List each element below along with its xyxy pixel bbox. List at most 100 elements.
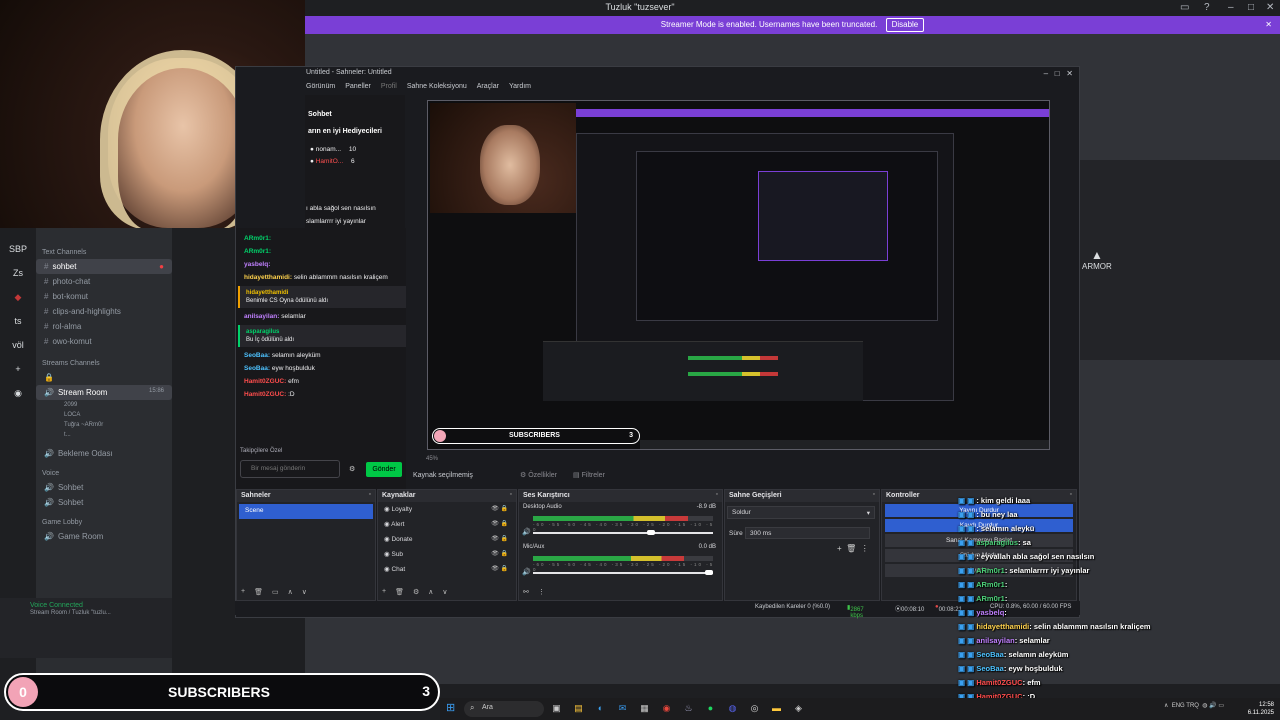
chat-settings-icon[interactable]: ⚙ xyxy=(349,465,355,473)
category-streams[interactable]: Streams Channels xyxy=(36,357,172,370)
link-icon[interactable]: ⚯ xyxy=(523,588,529,596)
channel-sohbet[interactable]: # sohbet ● xyxy=(36,259,172,274)
taskbar-search[interactable]: Ara xyxy=(464,701,544,717)
up-icon[interactable]: ∧ xyxy=(288,588,293,596)
task-view-icon[interactable]: ▣ xyxy=(550,702,563,715)
channel-voice-sohbet[interactable]: 🔊 Sohbet xyxy=(36,495,172,510)
source-item[interactable]: ◉ Donate 👁 🔒 xyxy=(378,532,516,547)
send-button[interactable]: Gönder xyxy=(366,462,402,477)
menu-help[interactable]: Yardım xyxy=(509,83,531,95)
speaker-icon[interactable]: 🔊 xyxy=(522,528,531,536)
overlay-chat-text: : kim geldi laaa xyxy=(976,496,1031,505)
volume-knob[interactable] xyxy=(647,530,656,535)
source-item[interactable]: ◉ Alert 👁 🔒 xyxy=(378,517,516,532)
dock-close-icon[interactable]: ▫ xyxy=(369,491,371,498)
dock-close-icon[interactable]: ▫ xyxy=(510,491,512,498)
obs-icon[interactable]: ◎ xyxy=(748,702,761,715)
duration-input[interactable]: 300 ms xyxy=(745,527,870,539)
up-icon[interactable]: ∧ xyxy=(428,588,433,596)
steam-icon[interactable]: ♨ xyxy=(682,702,695,715)
channel-owo-komut[interactable]: # owo-komut xyxy=(36,334,172,349)
taskbar-clock[interactable]: 12:58 6.11.2025 xyxy=(1248,701,1274,717)
add-icon[interactable]: + xyxy=(837,544,842,553)
filter-icon[interactable]: ▭ xyxy=(272,588,279,596)
store-icon[interactable]: ▦ xyxy=(638,702,651,715)
voice-channel-label[interactable]: Stream Room / Tuzluk "tuzlu... xyxy=(0,609,172,617)
channel-rol-alma[interactable]: # rol-alma xyxy=(36,319,172,334)
windows-start-icon[interactable]: ⊞ xyxy=(446,701,455,714)
dock-close-icon[interactable]: ▫ xyxy=(716,491,718,498)
channel-stream-room[interactable]: 🔊 Stream Room 15:86 xyxy=(36,385,172,400)
inbox-icon[interactable]: ▭ xyxy=(1180,2,1189,13)
help-icon[interactable]: ? xyxy=(1204,2,1210,13)
obs-preview[interactable]: SUBSCRIBERS 3 xyxy=(427,100,1050,450)
speaker-icon[interactable]: 🔊 xyxy=(522,568,531,576)
minimize-icon[interactable]: – xyxy=(1228,2,1234,13)
server-icon[interactable]: ◆ xyxy=(4,288,32,306)
category-text-channels[interactable]: Text Channels xyxy=(36,246,172,259)
chat-input[interactable]: Bir mesaj gönderin xyxy=(240,460,340,478)
scene-item[interactable]: Scene xyxy=(239,504,373,519)
explorer-icon[interactable]: ▤ xyxy=(572,702,585,715)
volume-slider[interactable] xyxy=(533,530,713,535)
spotify-icon[interactable]: ● xyxy=(704,702,717,715)
more-icon[interactable]: ⋮ xyxy=(861,544,869,553)
source-item[interactable]: ◉ Chat 👁 🔒 xyxy=(378,562,516,577)
settings-icon[interactable]: ⚙ xyxy=(413,588,419,596)
menu-profile[interactable]: Profil xyxy=(381,83,397,95)
app-icon[interactable]: ◈ xyxy=(792,702,805,715)
transition-select[interactable]: Soldur ▾ xyxy=(727,506,875,519)
voice-user[interactable]: t... xyxy=(36,430,172,440)
server-icon[interactable]: Zs xyxy=(4,264,32,282)
duration-label: Süre xyxy=(729,530,743,537)
properties-button[interactable]: ⚙ Özellikler xyxy=(520,471,557,479)
zoom-label[interactable]: 45% xyxy=(426,456,438,462)
folder-icon[interactable]: ▬ xyxy=(770,702,783,715)
system-tray[interactable]: ∧ ENG TRQ ◍ 🔊 ▭ xyxy=(1164,702,1224,709)
volume-knob[interactable] xyxy=(705,570,713,575)
category-game-lobby[interactable]: Game Lobby xyxy=(36,516,172,529)
obs-window-controls[interactable]: – □ ✕ xyxy=(1044,69,1073,78)
trash-icon[interactable]: 🗑 xyxy=(254,588,263,596)
channel-bot-komut[interactable]: # bot-komut xyxy=(36,289,172,304)
volume-slider[interactable] xyxy=(533,570,713,575)
mail-icon[interactable]: ✉ xyxy=(616,702,629,715)
voice-user[interactable]: 2099 xyxy=(36,400,172,410)
channel-voice-sohbet[interactable]: 🔊 Sohbet xyxy=(36,480,172,495)
overlay-chat-user: ARm0r1 xyxy=(976,580,1005,589)
filters-button[interactable]: ▤ Filtreler xyxy=(573,471,605,479)
source-item[interactable]: ◉ Sub 👁 🔒 xyxy=(378,547,516,562)
channel-game-room[interactable]: 🔊 Game Room xyxy=(36,529,172,544)
down-icon[interactable]: ∨ xyxy=(302,588,307,596)
more-icon[interactable]: ⋮ xyxy=(538,588,545,596)
discord-icon[interactable]: ◍ xyxy=(726,702,739,715)
server-icon[interactable]: ts xyxy=(4,312,32,330)
add-icon[interactable]: + xyxy=(382,588,386,596)
add-server-icon[interactable]: + xyxy=(4,360,32,378)
menu-view[interactable]: Görünüm xyxy=(306,83,335,95)
trash-icon[interactable]: 🗑 xyxy=(395,588,404,596)
down-icon[interactable]: ∨ xyxy=(442,588,447,596)
category-voice[interactable]: Voice xyxy=(36,467,172,480)
channel-clips[interactable]: # clips-and-highlights xyxy=(36,304,172,319)
server-icon[interactable]: völ xyxy=(4,336,32,354)
dock-close-icon[interactable]: ▫ xyxy=(873,491,875,498)
chrome-icon[interactable]: ◉ xyxy=(660,702,673,715)
disable-streamer-mode-button[interactable]: Disable xyxy=(885,18,925,32)
voice-user[interactable]: Tuğra ~ARm0r xyxy=(36,420,172,430)
add-icon[interactable]: + xyxy=(241,588,245,596)
close-icon[interactable]: ✕ xyxy=(1266,2,1274,13)
server-icon[interactable]: SBP xyxy=(4,240,32,258)
trash-icon[interactable]: 🗑 xyxy=(846,544,856,553)
channel-waiting-room[interactable]: 🔊 Bekleme Odası xyxy=(36,446,172,461)
voice-user[interactable]: LOCA xyxy=(36,410,172,420)
source-item[interactable]: ◉ Loyalty 👁 🔒 xyxy=(378,502,516,517)
edge-icon[interactable]: ◐ xyxy=(594,702,607,715)
menu-tools[interactable]: Araçlar xyxy=(477,83,499,95)
menu-docks[interactable]: Paneller xyxy=(345,83,371,95)
explore-icon[interactable]: ◉ xyxy=(4,384,32,402)
menu-scene-collection[interactable]: Sahne Koleksiyonu xyxy=(407,83,467,95)
banner-close-icon[interactable]: ✕ xyxy=(1265,16,1272,34)
maximize-icon[interactable]: □ xyxy=(1248,2,1254,13)
channel-photo-chat[interactable]: # photo-chat xyxy=(36,274,172,289)
